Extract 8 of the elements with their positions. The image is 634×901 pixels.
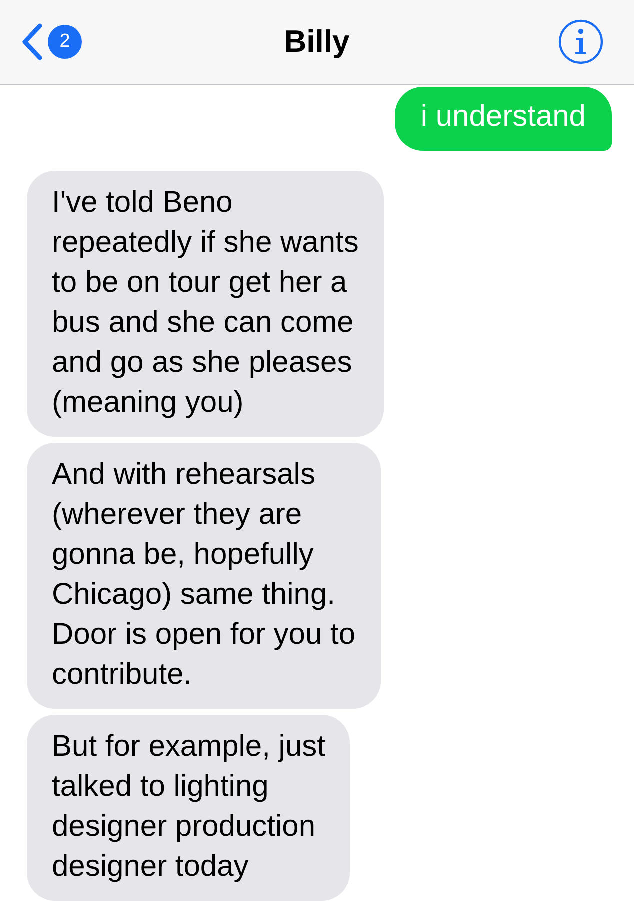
sent-message: i understand	[394, 87, 612, 151]
received-message: I've told Beno repeatedly if she wants to be on tour get her a bus and she can come and go as she pleases (meaning you)	[27, 171, 384, 437]
received-message: But for example, just talked to lighting designer production designer today	[27, 715, 350, 901]
back-icon[interactable]	[20, 22, 44, 62]
received-message: And with rehearsals (wherever they are gonna be, hopefully Chicago) same thing. Door is open for you to contribute.	[27, 443, 381, 709]
contact-name[interactable]: Billy	[284, 24, 350, 60]
info-icon[interactable]	[558, 19, 604, 65]
unread-badge: 2	[48, 25, 82, 59]
